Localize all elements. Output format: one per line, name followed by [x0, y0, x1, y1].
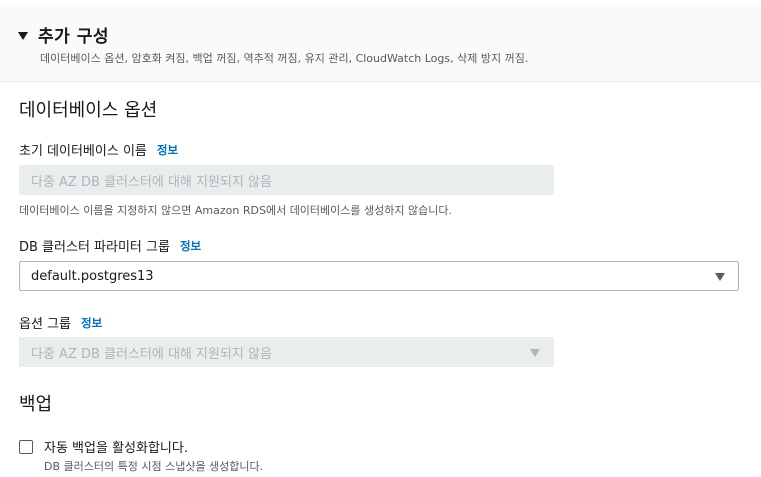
- cluster-param-group-label: DB 클러스터 파라미터 그룹: [19, 240, 170, 255]
- enable-backup-label[interactable]: 자동 백업을 활성화합니다.: [44, 437, 188, 456]
- option-group-label-row: 옵션 그룹 정보: [19, 313, 102, 333]
- caret-down-icon: [18, 31, 28, 40]
- database-options-heading: 데이터베이스 옵션: [19, 100, 158, 121]
- additional-config-toggle[interactable]: 추가 구성: [18, 22, 109, 47]
- section-title: 추가 구성: [38, 27, 109, 47]
- cluster-param-group-select[interactable]: default.postgres13: [19, 261, 739, 291]
- dropdown-arrow-icon: [715, 273, 725, 281]
- initial-db-name-placeholder: 다중 AZ DB 클러스터에 대해 지원되지 않음: [31, 174, 272, 190]
- cluster-param-group-value: default.postgres13: [31, 268, 154, 284]
- backup-heading: 백업: [19, 394, 53, 415]
- cluster-param-group-label-row: DB 클러스터 파라미터 그룹 정보: [19, 236, 201, 256]
- enable-backup-description: DB 클러스터의 특정 시점 스냅샷을 생성합니다.: [44, 460, 264, 473]
- additional-config-header: 추가 구성 데이터베이스 옵션, 암호화 켜짐, 백업 꺼짐, 역추적 꺼짐, …: [0, 4, 761, 82]
- section-description: 데이터베이스 옵션, 암호화 켜짐, 백업 꺼짐, 역추적 꺼짐, 유지 관리,…: [40, 52, 529, 65]
- cluster-param-group-info-link[interactable]: 정보: [180, 238, 201, 254]
- option-group-label: 옵션 그룹: [19, 317, 71, 332]
- initial-db-name-hint: 데이터베이스 이름을 지정하지 않으면 Amazon RDS에서 데이터베이스를…: [19, 204, 452, 217]
- initial-db-name-label-row: 초기 데이터베이스 이름 정보: [19, 140, 178, 160]
- option-group-select[interactable]: 다중 AZ DB 클러스터에 대해 지원되지 않음: [19, 337, 554, 367]
- initial-db-name-input[interactable]: 다중 AZ DB 클러스터에 대해 지원되지 않음: [19, 165, 554, 195]
- option-group-info-link[interactable]: 정보: [81, 315, 102, 331]
- dropdown-arrow-icon: [530, 349, 540, 357]
- option-group-placeholder: 다중 AZ DB 클러스터에 대해 지원되지 않음: [31, 346, 272, 362]
- enable-backup-checkbox[interactable]: [19, 440, 33, 454]
- initial-db-name-label: 초기 데이터베이스 이름: [19, 144, 147, 159]
- initial-db-name-info-link[interactable]: 정보: [157, 142, 178, 158]
